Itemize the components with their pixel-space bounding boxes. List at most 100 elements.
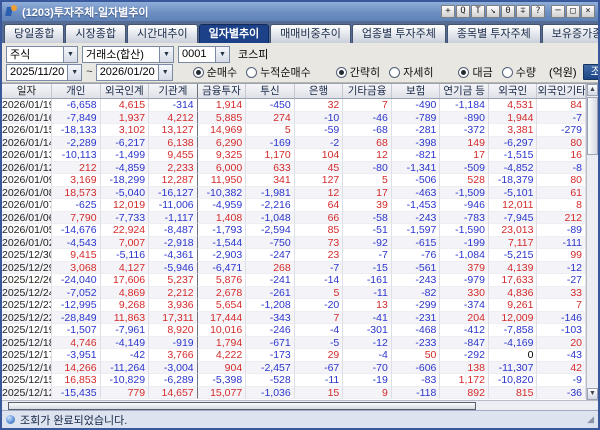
radio-간략히[interactable]: 간략히 bbox=[335, 64, 381, 80]
close-button[interactable]: × bbox=[581, 5, 595, 18]
titlebar-tool-button[interactable]: ∓ bbox=[516, 5, 530, 18]
chevron-down-icon[interactable]: ▼ bbox=[159, 46, 173, 62]
table-row[interactable]: 2026/01/09 3,169 -18,299 12,287 11,950 341 127… bbox=[2, 174, 586, 187]
status-bar: 조회가 완료되었습니다. ◢ bbox=[2, 410, 598, 428]
table-row[interactable]: 2026/01/05 -14,676 22,924 -8,487 -1,793 -2,59… bbox=[2, 224, 586, 237]
exchange-combo[interactable]: 거래소(합산) ▼ bbox=[82, 45, 174, 63]
horizontal-scrollbar[interactable] bbox=[2, 400, 598, 410]
horizontal-scroll-thumb[interactable] bbox=[8, 401, 476, 410]
radio-순매수[interactable]: 순매수 bbox=[192, 64, 237, 80]
value-cell: -8,487 bbox=[149, 224, 198, 237]
radio-icon[interactable] bbox=[458, 66, 470, 78]
value-cell: -10,382 bbox=[197, 186, 247, 199]
value-cell: -2,216 bbox=[246, 199, 295, 212]
radio-icon[interactable] bbox=[192, 66, 204, 78]
value-cell: 212 bbox=[537, 211, 586, 224]
radio-label: 간략히 bbox=[349, 67, 381, 79]
titlebar-tool-button[interactable]: 0 bbox=[501, 5, 515, 18]
tab-시간대추이[interactable]: 시간대추이 bbox=[126, 24, 198, 43]
chevron-down-icon[interactable]: ▼ bbox=[215, 46, 229, 62]
titlebar-tool-button[interactable]: Q bbox=[456, 5, 470, 18]
date-to-combo[interactable]: 2026/01/20 ▼ bbox=[95, 63, 173, 81]
value-cell: -1,499 bbox=[100, 149, 150, 162]
table-row[interactable]: 2026/01/08 18,573 -5,040 -16,127 -10,382 -1,9… bbox=[2, 186, 586, 199]
table-row[interactable]: 2025/12/23 -12,995 9,268 3,936 5,654 -1,208 -2… bbox=[2, 299, 586, 312]
radio-icon[interactable] bbox=[501, 66, 513, 78]
date-cell: 2026/01/19 bbox=[2, 99, 52, 112]
table-row[interactable]: 2026/01/06 7,790 -7,733 -1,117 1,408 -1,048 66… bbox=[2, 211, 586, 224]
value-cell: -6,297 bbox=[488, 136, 538, 149]
value-cell: -615 bbox=[391, 236, 441, 249]
maximize-button[interactable]: □ bbox=[566, 5, 580, 18]
table-row[interactable]: 2025/12/16 14,266 -11,264 -3,004 904 -2,457 -6… bbox=[2, 361, 586, 374]
table-row[interactable]: 2026/01/19 -6,658 4,615 -314 1,914 -450 32 7 -49… bbox=[2, 99, 586, 112]
table-row[interactable]: 2026/01/02 -4,543 7,007 -2,918 -1,544 -750 73-… bbox=[2, 236, 586, 249]
vertical-scrollbar[interactable]: ▲ ▼ bbox=[586, 84, 598, 400]
date-from-combo[interactable]: 2025/11/20 ▼ bbox=[6, 63, 83, 81]
table-row[interactable]: 2025/12/30 9,415 -5,116 -4,361 -2,903 -247 23-… bbox=[2, 249, 586, 262]
tab-업종별 투자주체[interactable]: 업종별 투자주체 bbox=[351, 24, 446, 43]
filter-row-2: 2025/11/20 ▼ ~ 2026/01/20 ▼ 순매수 누적순매수 간략히 자… bbox=[6, 63, 598, 81]
asset-type-combo[interactable]: 주식 ▼ bbox=[6, 45, 78, 63]
column-header-외국인: 외국인 bbox=[489, 84, 538, 98]
chevron-down-icon[interactable]: ▼ bbox=[157, 64, 172, 80]
value-cell: 45 bbox=[294, 161, 344, 174]
radio-대금[interactable]: 대금 bbox=[458, 64, 493, 80]
radio-icon[interactable] bbox=[389, 66, 401, 78]
value-cell: 12,019 bbox=[100, 199, 150, 212]
table-row[interactable]: 2026/01/14 -2,289 -6,217 6,138 6,290 -169 -2 68… bbox=[2, 136, 586, 149]
scroll-up-icon[interactable]: ▲ bbox=[587, 84, 598, 96]
scroll-down-icon[interactable]: ▼ bbox=[587, 388, 598, 400]
table-row[interactable]: 2026/01/12 212 -4,859 2,233 6,000 633 45 -80 -1,… bbox=[2, 161, 586, 174]
table-row[interactable]: 2025/12/18 4,746 -4,149 -919 1,794 -671 -5 -12-… bbox=[2, 336, 586, 349]
titlebar-tool-button[interactable]: ? bbox=[531, 5, 545, 18]
table-row[interactable]: 2025/12/26 -24,040 17,606 5,237 5,876 -241 -14… bbox=[2, 274, 586, 287]
table-row[interactable]: 2026/01/16 -7,849 1,937 4,212 5,885 274 -10 -46… bbox=[2, 111, 586, 124]
tab-보유증가종목[interactable]: 보유증가종목 bbox=[541, 24, 598, 43]
titlebar-tool-button[interactable]: + bbox=[441, 5, 455, 18]
value-cell: 9,455 bbox=[149, 149, 198, 162]
radio-누적순매수[interactable]: 누적순매수 bbox=[246, 64, 311, 80]
titlebar-tool-button[interactable]: ↘ bbox=[486, 5, 500, 18]
table-row[interactable]: 2025/12/17 -3,951 -42 3,766 4,222 -173 29 -4 50-… bbox=[2, 349, 586, 362]
value-cell: -18,133 bbox=[52, 124, 101, 137]
value-cell: -450 bbox=[246, 99, 295, 112]
date-cell: 2026/01/05 bbox=[2, 224, 52, 237]
table-row[interactable]: 2026/01/13 -10,113 -1,499 9,455 9,325 1,170 10… bbox=[2, 149, 586, 162]
tab-종목별 투자주체[interactable]: 종목별 투자주체 bbox=[446, 24, 541, 43]
chevron-down-icon[interactable]: ▼ bbox=[67, 64, 82, 80]
table-row[interactable]: 2025/12/29 3,068 4,127 -5,946 -6,471 268 -7 -15… bbox=[2, 261, 586, 274]
table-row[interactable]: 2025/12/12 -15,435 779 14,657 15,077 -1,036 15… bbox=[2, 386, 586, 399]
tab-일자별추이[interactable]: 일자별추이 bbox=[198, 24, 270, 43]
value-cell: 0 bbox=[488, 349, 538, 362]
tab-당일종합[interactable]: 당일종합 bbox=[4, 24, 65, 43]
table-row[interactable]: 2026/01/15 -18,133 3,102 13,127 14,969 5 -59 -6… bbox=[2, 124, 586, 137]
value-cell: 13 bbox=[343, 299, 392, 312]
table-row[interactable]: 2026/01/07 -625 12,019 -11,006 -4,959 -2,216 6… bbox=[2, 199, 586, 212]
value-cell: -14 bbox=[294, 274, 344, 287]
value-cell: -42 bbox=[100, 349, 150, 362]
minimize-button[interactable]: ─ bbox=[551, 5, 565, 18]
resize-grip-icon[interactable]: ◢ bbox=[587, 414, 594, 425]
tab-시장종합[interactable]: 시장종합 bbox=[65, 24, 126, 43]
value-cell: -7,849 bbox=[52, 111, 101, 124]
vertical-scroll-thumb[interactable] bbox=[587, 97, 598, 155]
radio-icon[interactable] bbox=[335, 66, 347, 78]
radio-자세히[interactable]: 자세히 bbox=[389, 64, 433, 80]
radio-icon[interactable] bbox=[246, 66, 258, 78]
tab-매매비중추이[interactable]: 매매비중추이 bbox=[270, 24, 351, 43]
table-row[interactable]: 2025/12/15 16,853 -10,829 -6,289 -5,398 -528-… bbox=[2, 374, 586, 387]
table-row[interactable]: 2025/12/22 -28,849 11,863 17,311 17,444 -343 7… bbox=[2, 311, 586, 324]
value-cell: -979 bbox=[440, 274, 489, 287]
table-row[interactable]: 2025/12/19 -1,507 -7,961 8,920 10,016 -246 -4-… bbox=[2, 324, 586, 337]
unit-label: (억원) bbox=[548, 67, 577, 79]
date-cell: 2025/12/12 bbox=[2, 386, 52, 399]
radio-수량[interactable]: 수량 bbox=[501, 64, 536, 80]
value-cell: 341 bbox=[246, 174, 295, 187]
table-row[interactable]: 2025/12/24 -7,052 4,869 2,212 2,678 -261 5 -11-… bbox=[2, 286, 586, 299]
index-code-combo[interactable]: 0001 ▼ bbox=[178, 45, 230, 63]
value-cell: -51 bbox=[343, 224, 392, 237]
chevron-down-icon[interactable]: ▼ bbox=[63, 46, 77, 62]
titlebar-tool-button[interactable]: T bbox=[471, 5, 485, 18]
query-button[interactable]: 조회 bbox=[582, 64, 598, 80]
